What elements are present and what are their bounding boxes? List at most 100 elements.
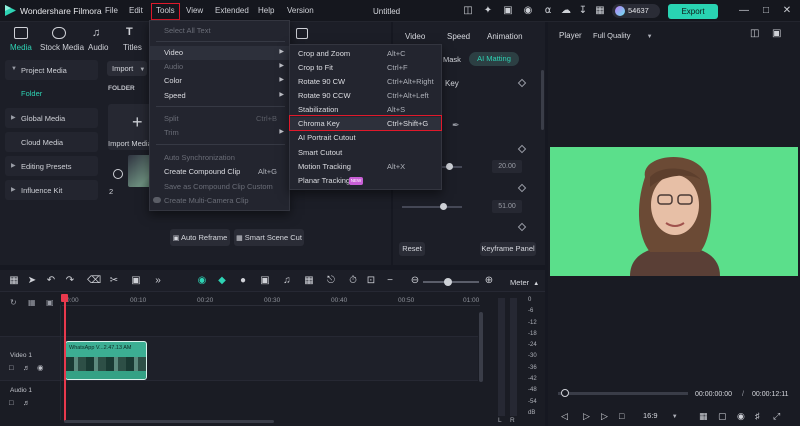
notification-icon[interactable]: ◉: [522, 5, 534, 17]
video-preview[interactable]: [550, 147, 798, 276]
nav-editing-presets[interactable]: ▶ Editing Presets: [5, 156, 98, 176]
cloud-icon[interactable]: ☁: [560, 5, 572, 17]
folder-icon[interactable]: □: [9, 398, 14, 407]
submenu-item-crop-and-zoom[interactable]: Crop and Zoom Alt+C: [290, 47, 441, 61]
submenu-item-crop-to-fit[interactable]: Crop to Fit Ctrl+F: [290, 61, 441, 75]
snapshot-image-icon[interactable]: ▣: [772, 28, 781, 39]
timeline-ruler[interactable]: [62, 305, 480, 306]
reset-button[interactable]: Reset: [399, 242, 425, 256]
stop-icon[interactable]: □: [619, 411, 624, 421]
submenu-item-rotate-90-ccw[interactable]: Rotate 90 CCW Ctrl+Alt+Left: [290, 89, 441, 103]
maximize-icon[interactable]: □: [760, 5, 772, 17]
delete-icon[interactable]: ⌫: [87, 275, 101, 286]
menu-item-split[interactable]: Split Ctrl+B: [150, 112, 289, 126]
menu-item-auto-synchronization[interactable]: Auto Synchronization: [150, 151, 289, 165]
eye-icon[interactable]: ◉: [37, 363, 44, 372]
slider-thumb[interactable]: [446, 163, 453, 170]
auto-reframe-button[interactable]: ▣ Auto Reframe: [170, 229, 230, 246]
sparkle-icon[interactable]: ✦: [482, 5, 494, 17]
aspect-ratio-dropdown[interactable]: 16:9 ▼: [643, 411, 678, 420]
camera-icon[interactable]: ◉: [737, 411, 745, 422]
undo-icon[interactable]: ↶: [45, 275, 57, 286]
nav-global-media[interactable]: ▶ Global Media: [5, 108, 98, 128]
meter-toggle[interactable]: Meter ▲: [510, 278, 539, 287]
scissors-icon[interactable]: ✂: [108, 275, 120, 286]
submenu-item-ai-portrait-cutout[interactable]: AI Portrait Cutout: [290, 131, 441, 145]
close-icon[interactable]: ✕: [781, 5, 793, 17]
snap-icon[interactable]: ◉: [196, 275, 208, 286]
slider-thumb[interactable]: [440, 203, 447, 210]
next-frame-icon[interactable]: ▷: [601, 411, 608, 422]
motion-icon[interactable]: ⊡: [365, 275, 377, 286]
speaker-icon[interactable]: ♬: [23, 398, 31, 407]
player-scrub-handle[interactable]: [561, 389, 569, 397]
layout-grid-icon[interactable]: ▦: [8, 275, 20, 286]
submenu-item-rotate-90-cw[interactable]: Rotate 90 CW Ctrl+Alt+Right: [290, 75, 441, 89]
keyframe-panel-button[interactable]: Keyframe Panel: [480, 242, 536, 256]
menu-item-select-all-text[interactable]: Select All Text: [150, 24, 289, 38]
smart-scene-cut-button[interactable]: ▦ Smart Scene Cut: [234, 229, 304, 246]
import-dropdown[interactable]: Import ▼: [107, 61, 147, 76]
export-button[interactable]: Export: [668, 4, 718, 19]
tab-ai-matting[interactable]: AI Matting: [469, 52, 519, 66]
menu-item-video[interactable]: Video ▶: [150, 46, 289, 60]
speaker-icon[interactable]: ♬: [23, 363, 31, 372]
menu-version[interactable]: Version: [287, 6, 314, 15]
folder-icon[interactable]: □: [9, 363, 14, 372]
menu-file[interactable]: File: [105, 6, 118, 15]
link-icon[interactable]: ↻: [10, 298, 17, 307]
tab-mask[interactable]: Mask: [443, 55, 461, 64]
more-icon[interactable]: »: [152, 275, 164, 286]
ai-tool-icon[interactable]: ▣: [259, 275, 271, 286]
audio-mix-icon[interactable]: ♫: [281, 275, 293, 286]
value-field-2[interactable]: 51.00: [492, 200, 522, 213]
track-settings-icon[interactable]: ▦: [28, 298, 36, 307]
zoom-in-icon[interactable]: ⊕: [483, 275, 495, 286]
zoom-slider-thumb[interactable]: [444, 278, 452, 286]
play-icon[interactable]: ▷: [583, 411, 590, 422]
split-view-icon[interactable]: ◫: [750, 28, 759, 39]
timeline-vertical-scrollbar[interactable]: [479, 312, 483, 382]
submenu-item-smart-cutout[interactable]: Smart Cutout: [290, 146, 441, 160]
pointer-icon[interactable]: ➤: [26, 275, 38, 286]
volume-icon[interactable]: ♯: [755, 411, 760, 421]
menu-help[interactable]: Help: [258, 6, 274, 15]
fullscreen-icon[interactable]: ▢: [718, 411, 727, 422]
headset-icon[interactable]: ⍺: [542, 5, 554, 17]
timeline-horizontal-scrollbar[interactable]: [64, 420, 274, 423]
crop-icon[interactable]: ▣: [130, 275, 142, 286]
add-track-icon[interactable]: ▣: [46, 298, 54, 307]
playhead[interactable]: [64, 296, 66, 422]
tab-titles[interactable]: Titles: [123, 43, 142, 52]
tab-video[interactable]: Video: [405, 32, 425, 41]
menu-item-save-compound-clip[interactable]: Save as Compound Clip Custom: [150, 180, 289, 194]
nav-cloud-media[interactable]: Cloud Media: [5, 132, 98, 152]
nav-influence-kit[interactable]: ▶ Influence Kit: [5, 180, 98, 200]
eyedropper-icon[interactable]: ✒: [452, 120, 460, 131]
nav-project-media[interactable]: ▼ Project Media: [5, 60, 98, 80]
menu-item-color[interactable]: Color ▶: [150, 74, 289, 88]
submenu-item-planar-tracking[interactable]: Planar Tracking: [290, 174, 441, 188]
zoom-out-icon[interactable]: ⊖: [409, 275, 421, 286]
speed-icon[interactable]: ⏱: [347, 275, 359, 286]
player-progress-bar[interactable]: [558, 392, 688, 395]
tab-animation[interactable]: Animation: [487, 32, 523, 41]
tab-speed[interactable]: Speed: [447, 32, 470, 41]
monitor-icon[interactable]: ▦: [699, 411, 708, 422]
previous-frame-icon[interactable]: ◁: [561, 411, 568, 422]
nav-folder[interactable]: Folder: [5, 85, 98, 101]
value-field-1[interactable]: 20.00: [492, 160, 522, 173]
download-icon[interactable]: ↧: [577, 5, 589, 17]
menu-item-create-compound-clip[interactable]: Create Compound Clip Alt+G: [150, 165, 289, 179]
menu-item-audio[interactable]: Audio ▶: [150, 60, 289, 74]
property-scrollbar[interactable]: [541, 70, 544, 130]
save-icon[interactable]: ▣: [502, 5, 514, 17]
menu-item-create-multi-camera-clip[interactable]: Create Multi-Camera Clip: [150, 194, 289, 208]
marker-icon[interactable]: ◆: [216, 275, 228, 286]
render-icon[interactable]: ▦: [303, 275, 315, 286]
quality-dropdown[interactable]: Full Quality ▼: [588, 28, 658, 42]
layout-icon[interactable]: [296, 28, 308, 39]
minimize-icon[interactable]: —: [738, 5, 750, 17]
fit-icon[interactable]: −: [384, 275, 396, 286]
mic-icon[interactable]: ⎋: [325, 275, 337, 286]
